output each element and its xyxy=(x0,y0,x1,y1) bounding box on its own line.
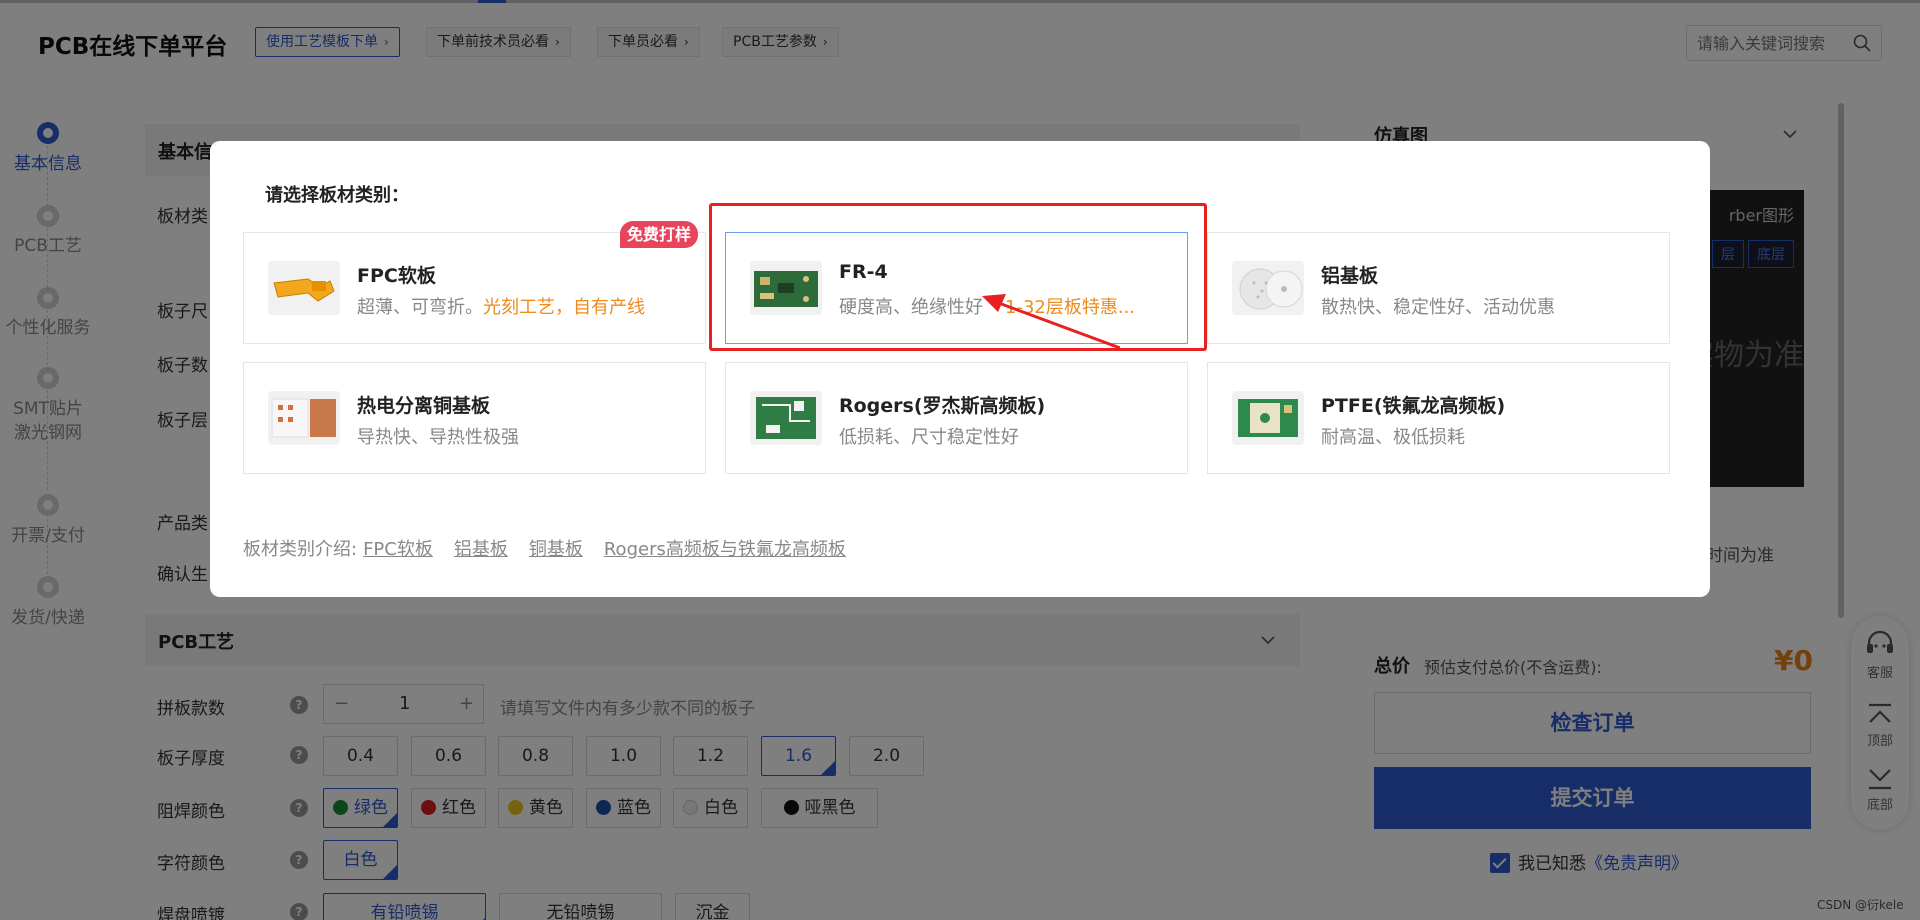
intro-link-copper[interactable]: 铜基板 xyxy=(529,539,583,560)
intro-link-fpc[interactable]: FPC软板 xyxy=(363,539,433,560)
free-sample-badge: 免费打样 xyxy=(620,221,699,248)
annotation-highlight-box xyxy=(709,203,1207,351)
ptfe-thumbnail xyxy=(1232,391,1304,445)
card-description: 散热快、稳定性好、活动优惠 xyxy=(1321,297,1555,318)
modal-title: 请选择板材类别： xyxy=(265,185,409,206)
material-card-aluminum[interactable]: 铝基板 散热快、稳定性好、活动优惠 xyxy=(1207,232,1670,344)
desc-text: 超薄、可弯折。 xyxy=(357,297,483,318)
material-card-ptfe[interactable]: PTFE(铁氟龙高频板) 耐高温、极低损耗 xyxy=(1207,362,1670,474)
aluminum-thumbnail xyxy=(1232,261,1304,315)
card-description: 导热快、导热性极强 xyxy=(357,427,519,448)
material-card-rogers[interactable]: Rogers(罗杰斯高频板) 低损耗、尺寸稳定性好 xyxy=(725,362,1188,474)
annotation-arrow-icon xyxy=(982,294,1120,350)
card-description: 低损耗、尺寸稳定性好 xyxy=(839,427,1019,448)
fpc-thumbnail xyxy=(268,261,340,315)
material-intro: 板材类别介绍: FPC软板 铝基板 铜基板 Rogers高频板与铁氟龙高频板 xyxy=(243,535,846,561)
intro-label: 板材类别介绍: xyxy=(243,539,358,560)
card-name: PTFE(铁氟龙高频板) xyxy=(1321,395,1506,417)
rogers-thumbnail xyxy=(750,391,822,445)
material-card-fpc[interactable]: FPC软板 超薄、可弯折。光刻工艺，自有产线 xyxy=(243,232,706,344)
card-description: 超薄、可弯折。光刻工艺，自有产线 xyxy=(357,293,645,319)
card-name: Rogers(罗杰斯高频板) xyxy=(839,395,1046,417)
intro-link-rogers-ptfe[interactable]: Rogers高频板与铁氟龙高频板 xyxy=(604,539,846,560)
desc-highlight: 光刻工艺，自有产线 xyxy=(483,297,645,318)
card-description: 耐高温、极低损耗 xyxy=(1321,427,1465,448)
material-card-copper[interactable]: 热电分离铜基板 导热快、导热性极强 xyxy=(243,362,706,474)
intro-link-aluminum[interactable]: 铝基板 xyxy=(454,539,508,560)
card-name: 铝基板 xyxy=(1321,265,1379,287)
card-name: FPC软板 xyxy=(357,265,436,287)
card-name: 热电分离铜基板 xyxy=(357,395,491,417)
copper-thumbnail xyxy=(268,391,340,445)
